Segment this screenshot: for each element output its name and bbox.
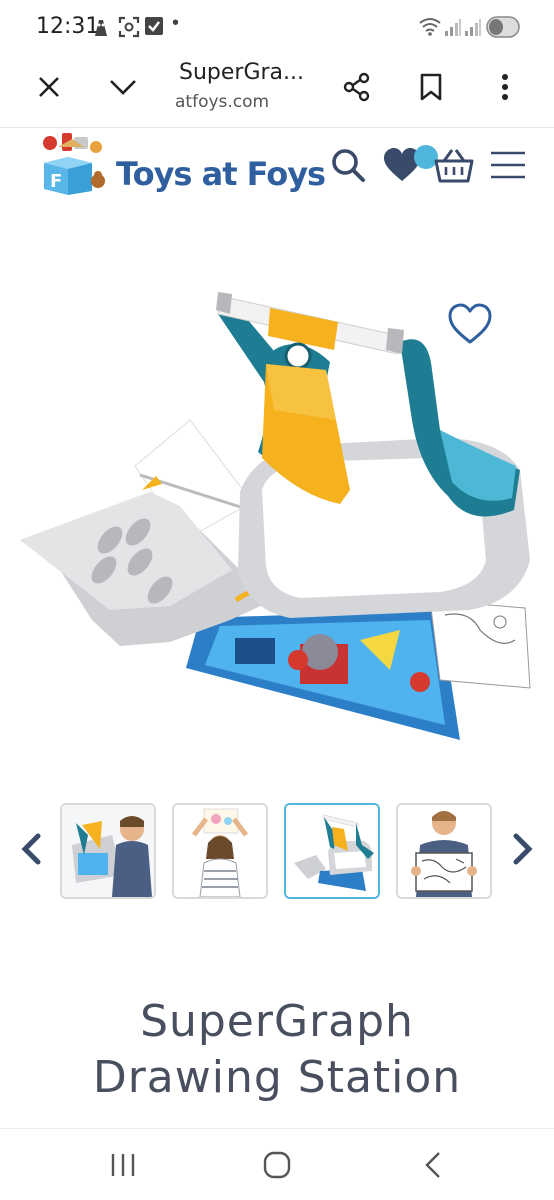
home-button[interactable] xyxy=(252,1147,302,1183)
wifi-icon xyxy=(418,17,442,42)
heart-outline-icon xyxy=(448,303,492,344)
browser-toolbar: SuperGra... atfoys.com xyxy=(0,54,554,128)
back-icon xyxy=(425,1152,440,1178)
recent-apps-icon xyxy=(111,1154,135,1176)
bookmark-button[interactable] xyxy=(408,64,454,110)
home-icon xyxy=(263,1151,291,1179)
chevron-left-icon xyxy=(21,833,41,865)
search-button[interactable] xyxy=(326,143,370,187)
previous-image-button[interactable] xyxy=(18,832,44,866)
screenshot-icon xyxy=(118,16,140,43)
signal-icon xyxy=(444,17,462,42)
next-image-button[interactable] xyxy=(510,832,536,866)
signal-icon-2 xyxy=(464,17,482,42)
more-options-button[interactable] xyxy=(482,64,528,110)
logo-letter: F xyxy=(50,171,62,192)
boy-drawing-thumbnail[interactable] xyxy=(60,803,156,899)
assistant-icon xyxy=(92,16,114,43)
toys-at-foys-logo[interactable]: F xyxy=(38,129,108,199)
brand-name[interactable]: Toys at Foys xyxy=(116,155,326,193)
system-navigation-bar xyxy=(0,1128,554,1200)
status-time: 12:31 xyxy=(36,14,100,39)
close-icon xyxy=(39,77,59,97)
product-title-line-2: Drawing Station xyxy=(92,1052,462,1103)
search-icon xyxy=(332,149,365,182)
battery-icon xyxy=(486,16,520,43)
hamburger-menu-icon xyxy=(491,151,525,179)
girl-holding-drawing-thumbnail[interactable] xyxy=(172,803,268,899)
product-title-line-1: SuperGraph xyxy=(140,996,414,1047)
share-button[interactable] xyxy=(334,64,380,110)
thumbnail-gallery xyxy=(0,800,554,900)
status-bar: 12:31 • xyxy=(0,0,554,54)
recent-apps-button[interactable] xyxy=(98,1147,148,1183)
site-header: F Toys at Foys xyxy=(0,129,554,219)
expand-tab-button[interactable] xyxy=(100,64,146,110)
basket-button[interactable] xyxy=(432,143,476,187)
checkbox-icon xyxy=(144,16,164,41)
bookmark-icon xyxy=(420,73,442,101)
page-title[interactable]: SuperGra... xyxy=(179,60,304,85)
back-button[interactable] xyxy=(408,1147,458,1183)
drawing-station-thumbnail[interactable] xyxy=(284,803,380,899)
chevron-down-icon xyxy=(110,80,136,95)
url-domain[interactable]: atfoys.com xyxy=(175,92,285,112)
close-tab-button[interactable] xyxy=(26,64,72,110)
basket-icon xyxy=(434,149,474,183)
menu-button[interactable] xyxy=(486,143,530,187)
more-options-icon xyxy=(502,74,508,100)
boy-showing-drawing-thumbnail[interactable] xyxy=(396,803,492,899)
add-to-wishlist-button[interactable] xyxy=(446,302,494,346)
chevron-right-icon xyxy=(513,833,533,865)
share-icon xyxy=(343,72,370,102)
notification-dot: • xyxy=(172,12,180,34)
product-title: SuperGraph Drawing Station xyxy=(0,994,554,1106)
